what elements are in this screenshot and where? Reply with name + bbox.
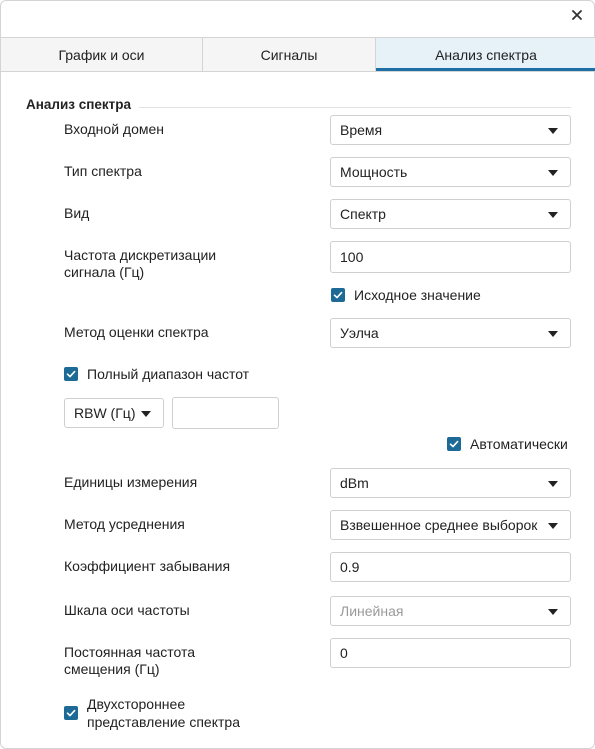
two-sided-spectrum-label: Двухстороннее представление спектра — [87, 695, 240, 731]
checkbox-checked-icon — [64, 367, 78, 381]
tab-graph-axes[interactable]: График и оси — [1, 38, 203, 71]
frequency-offset-value: 0 — [340, 645, 348, 661]
section-title: Анализ спектра — [26, 97, 132, 112]
chevron-down-icon — [548, 523, 558, 529]
inherit-sample-rate-label: Исходное значение — [354, 287, 481, 303]
two-sided-label-line2: представление спектра — [87, 714, 240, 730]
auto-checkbox[interactable]: Автоматически — [447, 435, 568, 453]
spectrum-type-select[interactable]: Мощность — [330, 157, 571, 187]
frequency-offset-label-line1: Постоянная частота — [64, 644, 196, 660]
chevron-down-icon — [548, 609, 558, 615]
forgetting-factor-value: 0.9 — [340, 559, 360, 575]
input-domain-select[interactable]: Время — [330, 115, 571, 145]
sample-rate-input[interactable]: 100 — [330, 241, 571, 273]
forgetting-factor-input[interactable]: 0.9 — [330, 552, 571, 582]
frequency-scale-value: Линейная — [340, 603, 404, 619]
view-select[interactable]: Спектр — [330, 199, 571, 229]
chevron-down-icon — [141, 411, 151, 417]
averaging-method-select[interactable]: Взвешенное среднее выборок — [330, 510, 571, 540]
sample-rate-value: 100 — [340, 249, 364, 265]
estimation-method-value: Уэлча — [340, 325, 379, 341]
averaging-method-value: Взвешенное среднее выборок — [340, 517, 538, 533]
view-label: Вид — [64, 205, 90, 221]
inherit-sample-rate-checkbox[interactable]: Исходное значение — [331, 286, 481, 304]
spectrum-type-value: Мощность — [340, 164, 408, 180]
tab-signals[interactable]: Сигналы — [203, 38, 376, 71]
chevron-down-icon — [548, 212, 558, 218]
chevron-down-icon — [548, 128, 558, 134]
input-domain-value: Время — [340, 122, 383, 138]
averaging-method-label: Метод усреднения — [64, 516, 185, 532]
chevron-down-icon — [548, 331, 558, 337]
auto-label: Автоматически — [470, 436, 568, 452]
units-label: Единицы измерения — [64, 474, 198, 490]
two-sided-label-line1: Двухстороннее — [87, 696, 186, 712]
close-button[interactable] — [567, 5, 587, 25]
rbw-select[interactable]: RBW (Гц) — [64, 398, 164, 428]
close-icon — [572, 10, 582, 20]
rbw-input[interactable] — [172, 397, 279, 429]
spectrum-settings-dialog: График и оси Сигналы Анализ спектра Анал… — [0, 0, 595, 749]
units-select[interactable]: dBm — [330, 468, 571, 498]
checkbox-checked-icon — [64, 706, 78, 720]
spectrum-type-label: Тип спектра — [64, 163, 142, 179]
frequency-offset-label: Постоянная частота смещения (Гц) — [64, 644, 195, 678]
units-value: dBm — [340, 475, 369, 491]
input-domain-label: Входной домен — [64, 121, 164, 137]
chevron-down-icon — [548, 170, 558, 176]
frequency-scale-label: Шкала оси частоты — [64, 602, 190, 618]
sample-rate-label-line1: Частота дискретизации — [64, 247, 217, 263]
rbw-select-value: RBW (Гц) — [74, 405, 136, 421]
sample-rate-label-line2: сигнала (Гц) — [64, 264, 145, 280]
chevron-down-icon — [548, 481, 558, 487]
estimation-method-label: Метод оценки спектра — [64, 324, 209, 340]
checkbox-checked-icon — [331, 288, 345, 302]
frequency-scale-select[interactable]: Линейная — [330, 596, 571, 626]
tab-bar: График и оси Сигналы Анализ спектра — [1, 37, 595, 72]
forgetting-factor-label: Коэффициент забывания — [64, 558, 231, 574]
frequency-offset-input[interactable]: 0 — [330, 638, 571, 668]
full-frequency-range-label: Полный диапазон частот — [87, 366, 250, 382]
section-divider — [139, 107, 571, 108]
tab-spectrum-analysis[interactable]: Анализ спектра — [376, 38, 595, 71]
two-sided-spectrum-checkbox[interactable]: Двухстороннее представление спектра — [64, 695, 240, 731]
checkbox-checked-icon — [447, 437, 461, 451]
estimation-method-select[interactable]: Уэлча — [330, 318, 571, 348]
frequency-offset-label-line2: смещения (Гц) — [64, 661, 160, 677]
sample-rate-label: Частота дискретизации сигнала (Гц) — [64, 247, 216, 281]
full-frequency-range-checkbox[interactable]: Полный диапазон частот — [64, 365, 249, 383]
view-value: Спектр — [340, 206, 386, 222]
